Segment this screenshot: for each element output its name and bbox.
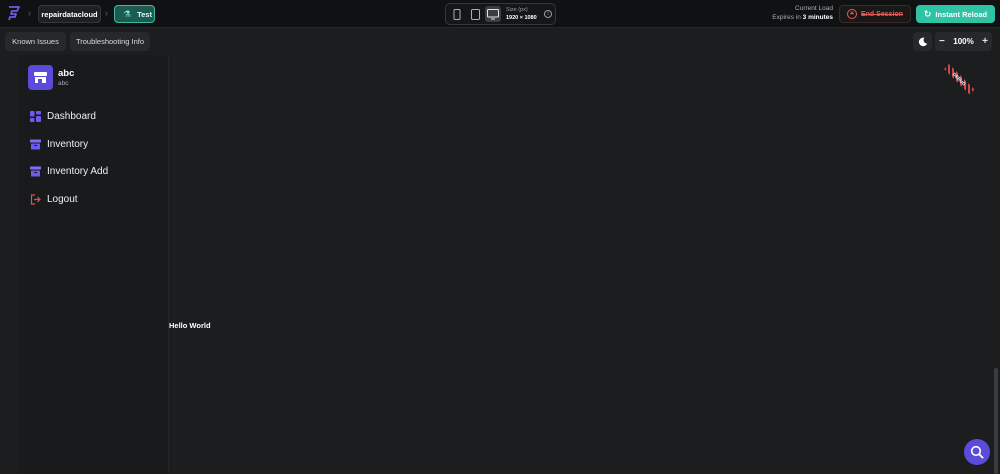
top-bar: › repairdatacloud › ⚗ Test Size (px) 192… [0,0,1000,28]
desktop-icon [487,8,499,19]
mobile-icon [453,8,461,20]
sidebar-item-label: Inventory [47,138,89,150]
zoom-value: 100% [953,37,974,46]
desktop-device-button[interactable] [485,6,501,22]
instant-reload-button[interactable]: ↻ Instant Reload [916,5,995,23]
flask-icon: ⚗ [123,8,132,19]
expires-value: 3 minutes [802,14,833,21]
end-session-button[interactable]: × End Session [839,5,911,23]
session-load-info: Current Load Expires in 3 minutes [772,4,833,22]
zoom-in-button[interactable]: + [982,36,988,47]
environment-selector[interactable]: ⚗ Test [114,5,155,23]
sidebar-item-inventory-add[interactable]: Inventory Add [29,164,108,178]
project-selector[interactable]: repairdatacloud [38,5,101,23]
inventory-add-icon [29,165,41,177]
expires-prefix: Expires in [772,14,801,21]
theme-toggle-button[interactable] [913,32,932,51]
debug-banner: DEBUG [944,64,975,95]
end-session-label: End Session [860,10,903,18]
zoom-control: − 100% + [935,32,992,51]
sidebar-item-label: Dashboard [47,110,96,122]
moon-icon [918,37,927,46]
breadcrumb-separator-icon: › [105,8,108,18]
close-circle-icon: × [846,9,857,19]
sidebar: abc abc Dashboard Inventory Inventory Ad… [18,55,169,474]
current-load-label: Current Load [795,5,833,12]
sidebar-item-label: Inventory Add [47,165,109,177]
environment-label: Test [137,9,152,19]
brand-subtitle: abc [58,80,69,87]
expires-info: Expires in 3 minutes [772,13,833,22]
search-chat-button[interactable] [964,439,990,465]
scrollbar[interactable] [994,368,998,474]
logout-icon [29,193,41,205]
tablet-device-button[interactable] [467,6,483,22]
instant-reload-label: Instant Reload [935,9,988,19]
info-icon[interactable]: i [544,10,552,18]
device-selector: Size (px) 1920 × 1080 i [445,3,556,25]
inventory-icon [29,138,41,150]
sidebar-item-dashboard[interactable]: Dashboard [29,109,96,123]
dashboard-icon [29,110,41,122]
reload-icon: ↻ [923,8,932,19]
search-icon [970,445,984,459]
sidebar-item-logout[interactable]: Logout [29,192,78,206]
troubleshooting-info-button[interactable]: Troubleshooting Info [70,32,150,51]
known-issues-button[interactable]: Known Issues [5,32,66,51]
hello-world-text: Hello World [169,321,211,330]
screen-size-info: Size (px) 1920 × 1080 [506,6,537,22]
brand-name: abc [58,68,75,79]
app-logo-icon[interactable] [6,5,22,21]
store-icon [28,65,53,90]
size-value: 1920 × 1080 [506,15,537,21]
tablet-icon [470,8,480,20]
mobile-device-button[interactable] [449,6,465,22]
sidebar-item-inventory[interactable]: Inventory [29,137,88,151]
zoom-out-button[interactable]: − [939,36,945,47]
breadcrumb-separator-icon: › [28,8,31,18]
sidebar-item-label: Logout [47,193,78,205]
size-label: Size (px) [506,7,528,13]
